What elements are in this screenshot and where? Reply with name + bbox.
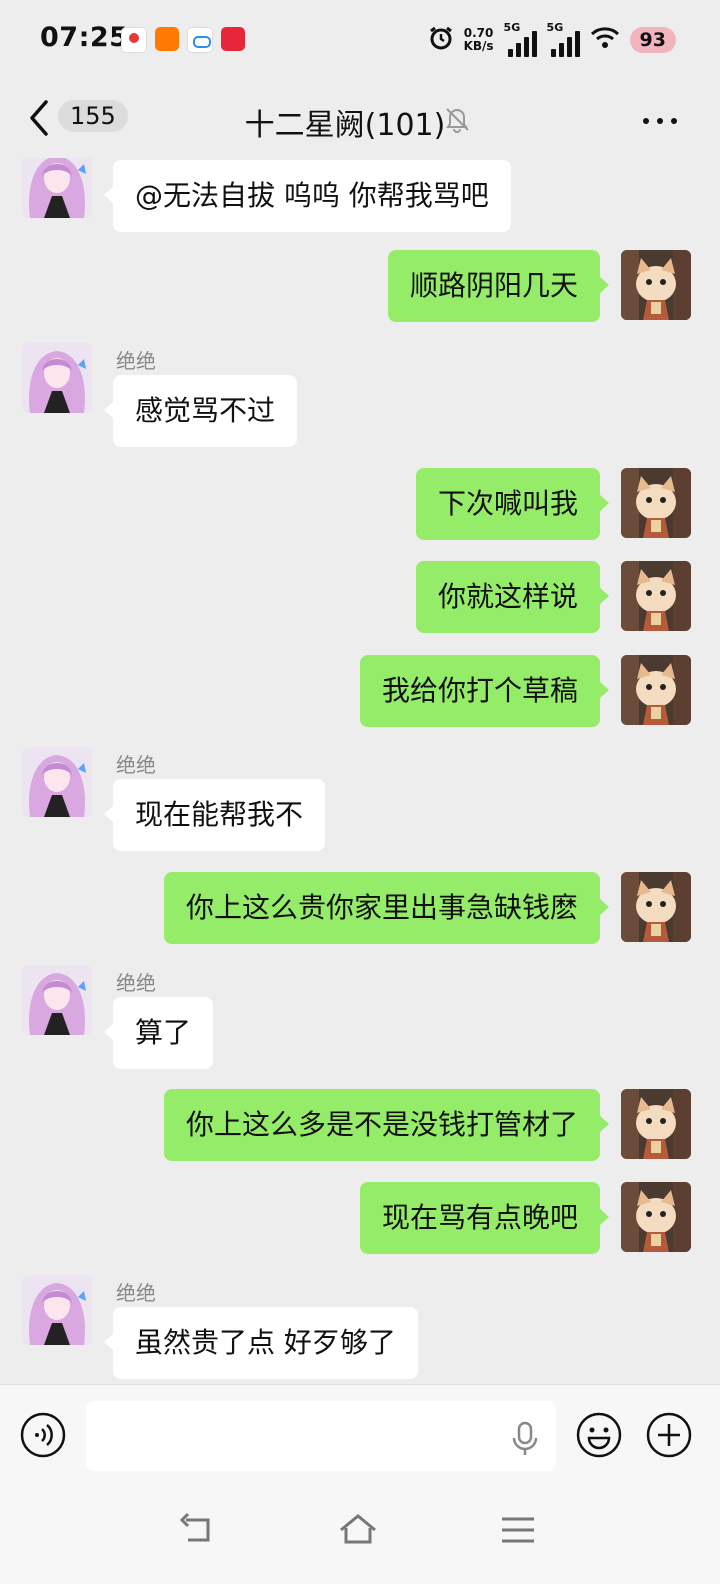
network-speed: 0.70 KB/s [464,27,494,53]
message-bubble[interactable]: 你就这样说 [415,561,610,633]
nav-home-button[interactable] [338,1510,378,1550]
menu-lines-icon [502,1517,534,1543]
message-bubble[interactable]: 你上这么贵你家里出事急缺钱麽 [163,872,610,944]
message-bubble[interactable]: 顺路阴阳几天 [387,250,610,322]
voice-wave-icon [20,1412,66,1458]
voice-mode-button[interactable] [20,1412,66,1458]
sender-avatar[interactable] [22,965,92,1035]
my-avatar[interactable] [621,1089,691,1159]
plus-icon [646,1412,692,1458]
nav-back-button[interactable] [178,1510,218,1550]
taobao-flash-icon [155,27,179,51]
sender-name: 绝绝 [116,349,156,373]
network-speed-unit: KB/s [463,39,494,53]
clock: 07:25 [40,22,129,53]
sender-name: 绝绝 [116,753,156,777]
cloud-app-icon [187,27,213,53]
message-bubble[interactable]: 你上这么多是不是没钱打管材了 [163,1089,610,1161]
input-bar [0,1384,720,1489]
message-bubble[interactable]: 我给你打个草稿 [359,655,610,727]
red-app-icon [221,27,245,51]
message-bubble[interactable]: @无法自拔 呜呜 你帮我骂吧 [104,160,511,232]
return-arrow-icon [179,1512,210,1542]
chat-header: 155 十二星阙(101) [0,80,720,158]
smiley-icon [576,1412,622,1458]
home-icon [340,1514,376,1544]
my-avatar[interactable] [621,1182,691,1252]
more-functions-button[interactable] [646,1412,692,1458]
sender-name: 绝绝 [116,1281,156,1305]
sender-avatar[interactable] [22,747,92,817]
sender-name: 绝绝 [116,971,156,995]
nav-recents-button[interactable] [498,1510,538,1550]
emoji-button[interactable] [576,1412,622,1458]
my-avatar[interactable] [621,468,691,538]
location-app-icon [121,27,147,53]
microphone-icon[interactable] [510,1421,540,1457]
sender-avatar[interactable] [22,343,92,413]
my-avatar[interactable] [621,250,691,320]
sender-avatar[interactable] [22,158,92,218]
wifi-icon [590,26,620,54]
my-avatar[interactable] [621,872,691,942]
message-bubble[interactable]: 虽然贵了点 好歹够了 [104,1307,418,1379]
message-bubble[interactable]: 感觉骂不过 [103,375,298,447]
notification-icons [121,27,245,53]
more-options-button[interactable] [640,106,680,136]
sim1-network-type: 5G [503,21,521,34]
mute-bell-icon [442,104,472,134]
message-bubble[interactable]: 现在能帮我不 [103,779,326,851]
sim2-signal-icon: 5G [546,21,580,57]
sender-avatar[interactable] [22,1275,92,1345]
message-bubble[interactable]: 算了 [103,997,214,1069]
sim1-signal-icon: 5G [503,21,537,57]
my-avatar[interactable] [621,561,691,631]
chat-title[interactable]: 十二星阙(101) [0,100,690,144]
sim2-network-type: 5G [546,21,564,34]
battery-badge: 93 [629,27,676,53]
message-input[interactable] [86,1401,556,1471]
status-bar: 07:25 0.70 KB/s 5G 5G 93 [0,0,720,80]
system-navigation-bar [0,1488,720,1584]
message-bubble[interactable]: 现在骂有点晚吧 [359,1182,610,1254]
message-bubble[interactable]: 下次喊叫我 [415,468,610,540]
alarm-icon [428,25,454,55]
my-avatar[interactable] [621,655,691,725]
more-dots-icon [643,118,677,124]
message-list[interactable]: @无法自拔 呜呜 你帮我骂吧 顺路阴阳几天 绝绝 感觉骂不过 下次喊叫我 你就这样说 我给你… [0,158,720,1384]
